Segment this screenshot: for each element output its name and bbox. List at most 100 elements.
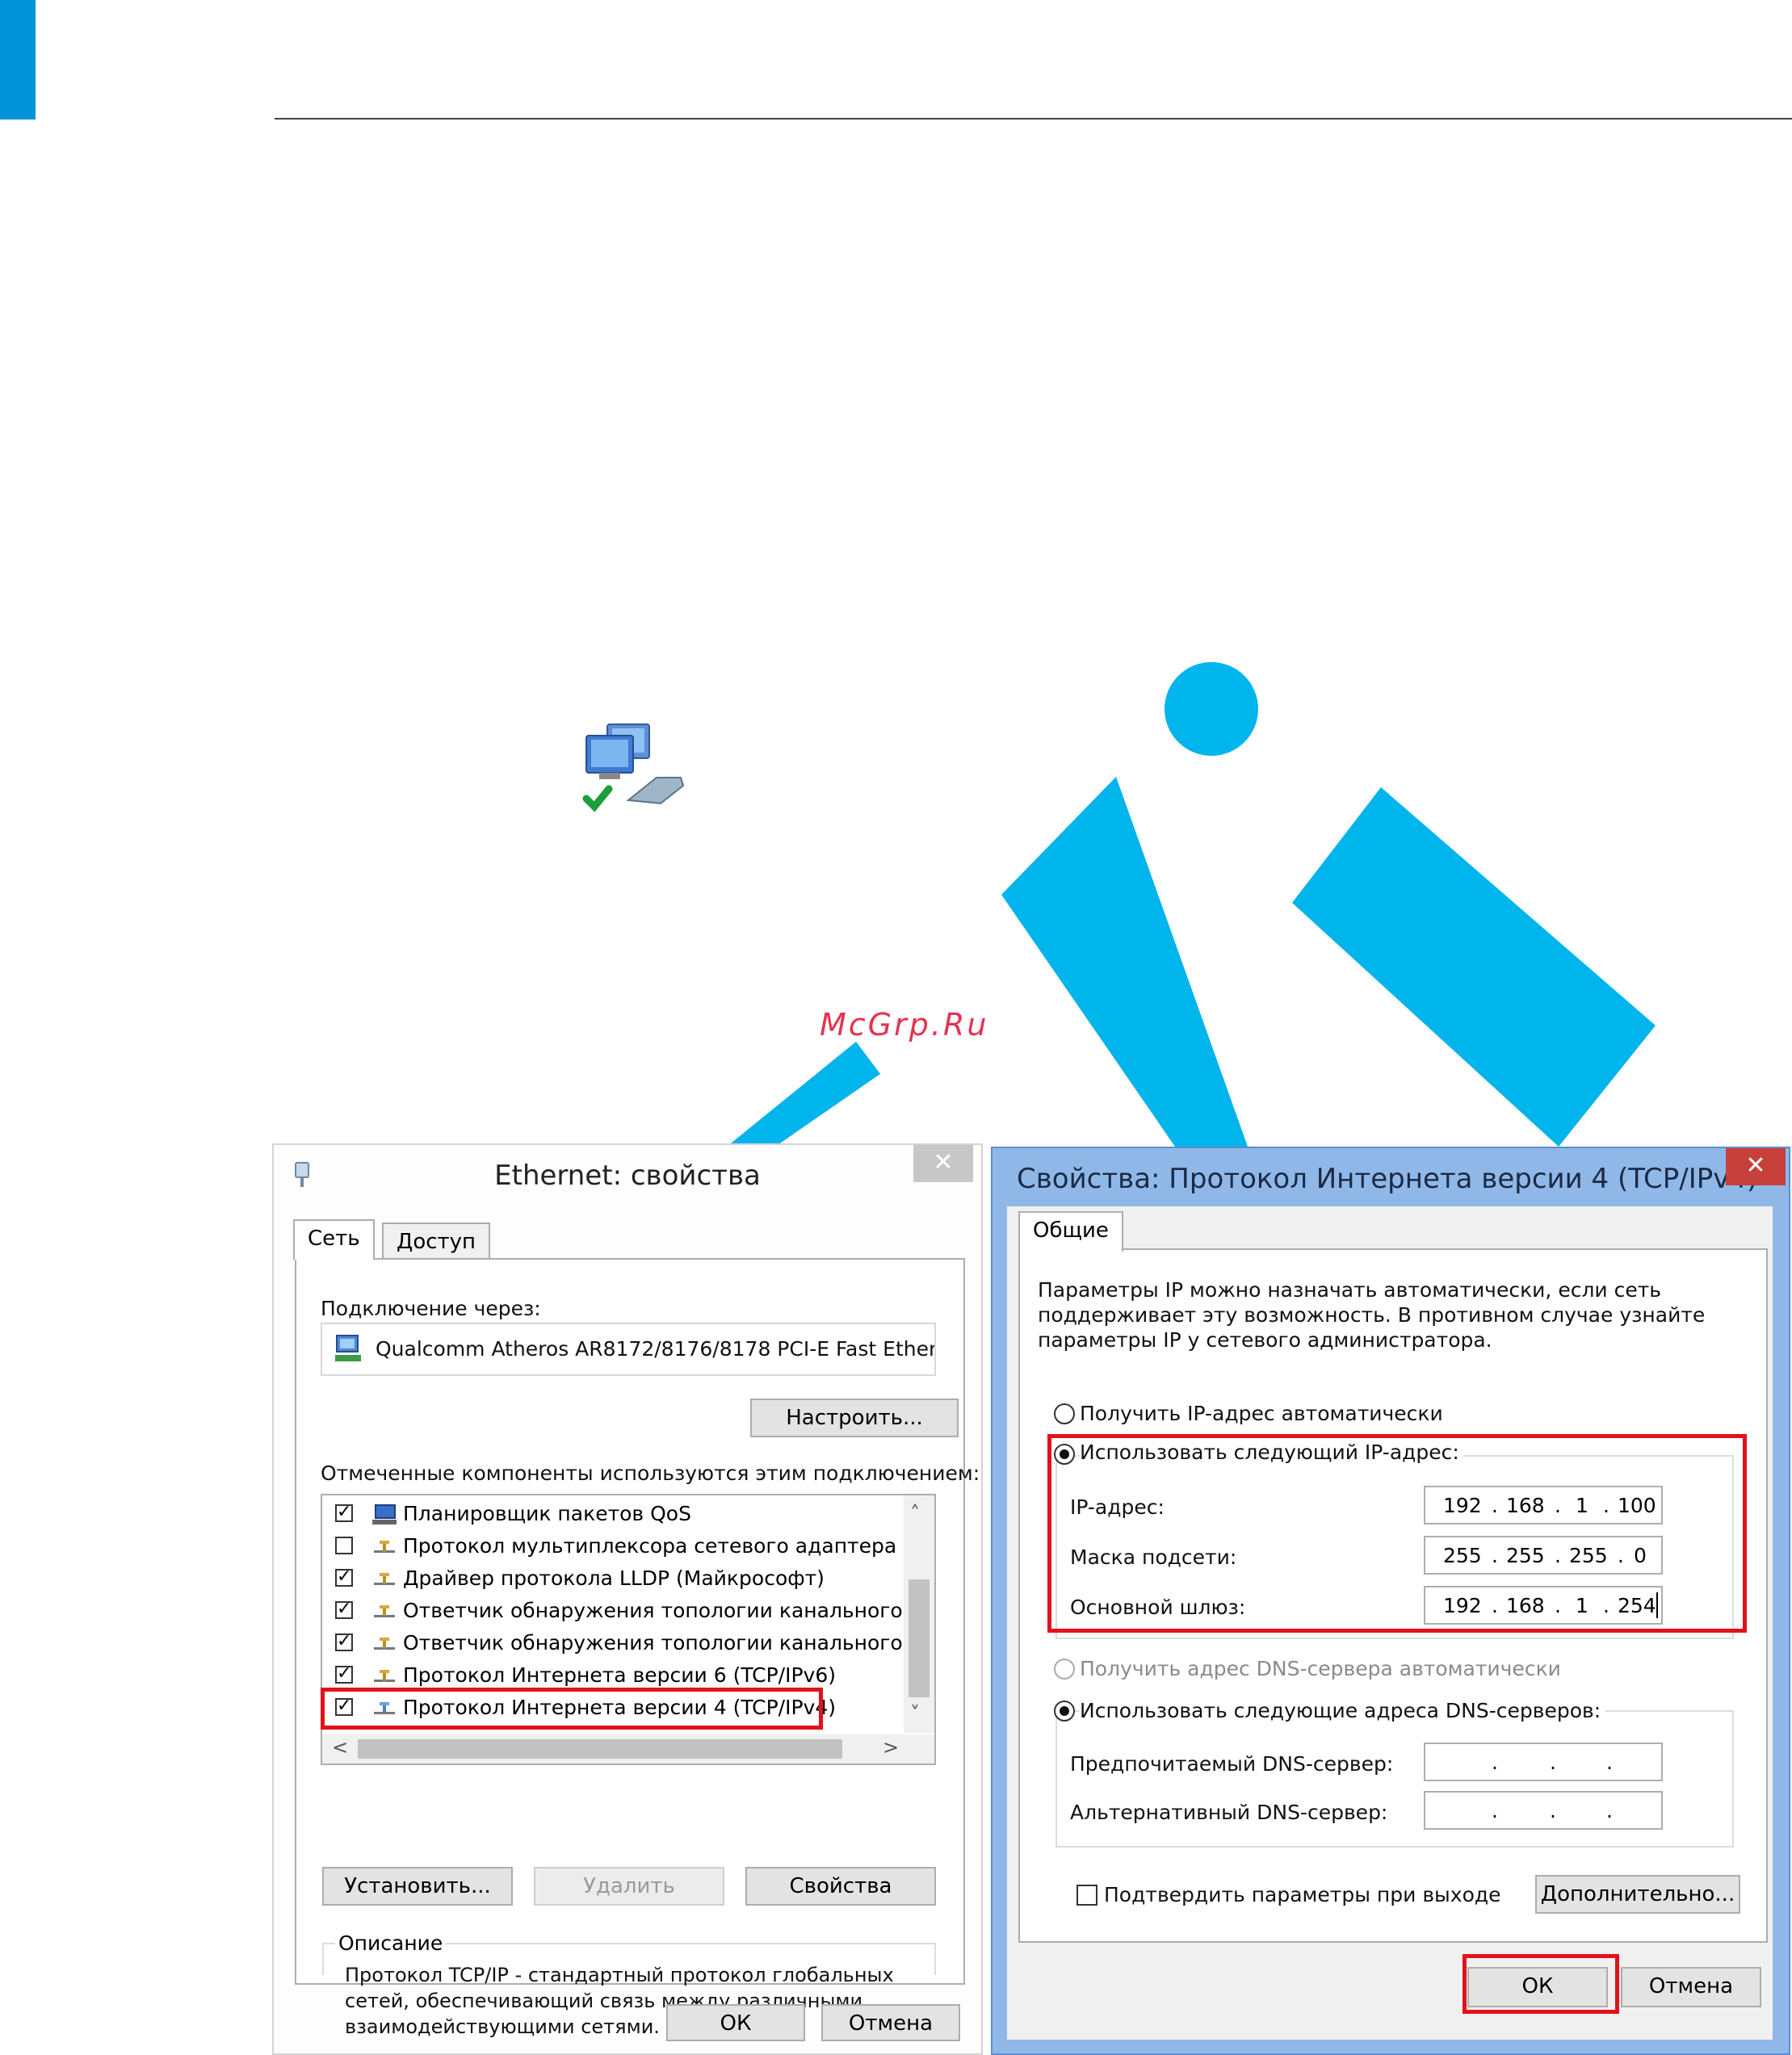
vertical-scrollbar[interactable]: ˄ ˅	[904, 1495, 934, 1733]
intro-text: Параметры IP можно назначать автоматичес…	[1038, 1277, 1705, 1353]
octet: 168	[1506, 1494, 1545, 1517]
octet-dot: .	[1550, 1799, 1556, 1822]
connect-via-label: Подключение через:	[321, 1297, 541, 1320]
checkmark: ✓	[337, 1599, 352, 1619]
octet: 192	[1443, 1594, 1482, 1617]
list-item[interactable]: ✓ Планировщик пакетов QoS	[322, 1499, 888, 1531]
component-label: Драйвер протокола LLDP (Майкрософт)	[403, 1566, 825, 1590]
preferred-dns-input[interactable]: . . .	[1424, 1743, 1663, 1781]
component-checkbox[interactable]: ✓	[335, 1566, 353, 1587]
tab-network[interactable]: Сеть	[293, 1219, 375, 1260]
checkmark: ✓	[337, 1566, 352, 1587]
component-checkbox[interactable]	[335, 1537, 353, 1554]
protocol-icon	[374, 1702, 395, 1714]
octet: 255	[1443, 1544, 1482, 1567]
manual-ip-label: Использовать следующий IP-адрес:	[1080, 1441, 1464, 1464]
octet-dot: .	[1606, 1799, 1613, 1822]
subnet-mask-input[interactable]: 255 . 255 . 255 . 0	[1424, 1536, 1663, 1575]
horizontal-scrollbar[interactable]: < >	[322, 1734, 934, 1764]
components-list[interactable]: ✓ Планировщик пакетов QoS Протокол мульт…	[321, 1494, 936, 1765]
list-item[interactable]: ✓ Протокол Интернета версии 6 (TCP/IPv6)	[322, 1660, 888, 1692]
component-label: Ответчик обнаружения топологии канальног…	[403, 1631, 936, 1654]
octet: 168	[1506, 1594, 1545, 1617]
ok-button[interactable]: ОК	[1467, 1967, 1608, 2007]
scroll-right-icon[interactable]: >	[883, 1736, 899, 1759]
manual-dns-label: Использовать следующие адреса DNS-сервер…	[1080, 1699, 1606, 1722]
protocol-icon	[374, 1670, 395, 1682]
auto-ip-radio[interactable]	[1054, 1403, 1075, 1424]
close-button[interactable]: ✕	[1726, 1148, 1786, 1185]
list-item[interactable]: ✓ Ответчик обнаружения топологии канальн…	[322, 1596, 934, 1628]
text-cursor	[1656, 1592, 1658, 1618]
validate-checkbox[interactable]	[1076, 1885, 1097, 1906]
advanced-button[interactable]: Дополнительно...	[1535, 1875, 1740, 1914]
gateway-input[interactable]: 192 . 168 . 1 . 254	[1424, 1586, 1663, 1625]
ethernet-properties-dialog: Ethernet: свойства ✕ Сеть Доступ Подключ…	[272, 1143, 983, 2055]
ok-button[interactable]: ОК	[666, 2004, 805, 2041]
octet: 192	[1443, 1494, 1482, 1517]
adapter-name: Qualcomm Atheros AR8172/8176/8178 PCI-E …	[376, 1337, 936, 1361]
protocol-icon	[374, 1605, 395, 1617]
octet-dot: .	[1492, 1594, 1498, 1617]
dialog-body: Общие Параметры IP можно назначать автом…	[1007, 1206, 1773, 2040]
dialog-title: Ethernet: свойства	[494, 1160, 761, 1192]
tab-sharing[interactable]: Доступ	[382, 1223, 491, 1260]
validate-label: Подтвердить параметры при выходе	[1104, 1883, 1501, 1906]
list-item[interactable]: ✓ Протокол Интернета версии 4 (TCP/IPv4)	[322, 1692, 888, 1725]
octet: 1	[1576, 1594, 1588, 1617]
octet-dot: .	[1555, 1544, 1561, 1567]
preferred-dns-label: Предпочитаемый DNS-сервер:	[1070, 1752, 1394, 1776]
ip-address-input[interactable]: 192 . 168 . 1 . 100	[1424, 1486, 1663, 1524]
octet: 255	[1506, 1544, 1545, 1567]
octet-dot: .	[1555, 1494, 1561, 1517]
auto-ip-label: Получить IP-адрес автоматически	[1080, 1402, 1443, 1425]
component-checkbox[interactable]: ✓	[335, 1696, 353, 1716]
properties-button[interactable]: Свойства	[745, 1867, 936, 1906]
install-button[interactable]: Установить...	[322, 1867, 513, 1906]
octet: 1	[1576, 1494, 1588, 1517]
scroll-thumb[interactable]	[909, 1579, 930, 1697]
intro-line: поддерживает эту возможность. В противно…	[1038, 1303, 1706, 1327]
protocol-icon	[374, 1573, 395, 1585]
component-checkbox[interactable]: ✓	[335, 1633, 353, 1651]
description-legend: Описание	[335, 1931, 447, 1955]
octet-dot: .	[1603, 1494, 1609, 1517]
component-checkbox[interactable]: ✓	[335, 1599, 353, 1619]
title-bar: Свойства: Протокол Интернета версии 4 (T…	[993, 1148, 1789, 1206]
list-item[interactable]: Протокол мультиплексора сетевого адаптер…	[322, 1531, 934, 1563]
scroll-thumb[interactable]	[358, 1739, 842, 1759]
checkmark: ✓	[337, 1663, 352, 1684]
alternate-dns-input[interactable]: . . .	[1424, 1791, 1663, 1830]
intro-line: Параметры IP можно назначать автоматичес…	[1038, 1278, 1662, 1302]
list-item[interactable]: ✓ Ответчик обнаружения топологии канальн…	[322, 1628, 934, 1660]
octet: 0	[1634, 1544, 1647, 1567]
component-checkbox[interactable]: ✓	[335, 1663, 353, 1684]
network-connection-icon	[582, 723, 685, 812]
octet-dot: .	[1606, 1751, 1613, 1774]
octet-dot: .	[1492, 1494, 1498, 1517]
scroll-up-icon[interactable]: ˄	[910, 1502, 920, 1524]
configure-button[interactable]: Настроить...	[750, 1399, 959, 1437]
scroll-down-icon[interactable]: ˅	[910, 1702, 920, 1725]
scroll-left-icon[interactable]: <	[332, 1736, 348, 1759]
ipv4-properties-dialog: Свойства: Протокол Интернета версии 4 (T…	[991, 1147, 1790, 2055]
list-item[interactable]: ✓ Драйвер протокола LLDP (Майкрософт)	[322, 1563, 888, 1596]
octet-dot: .	[1492, 1799, 1498, 1822]
octet-dot: .	[1550, 1751, 1556, 1774]
component-label: Протокол Интернета версии 6 (TCP/IPv6)	[403, 1663, 836, 1687]
manual-dns-radio[interactable]	[1054, 1701, 1075, 1722]
remove-button: Удалить	[534, 1867, 724, 1906]
octet-dot: .	[1603, 1594, 1609, 1617]
cancel-button[interactable]: Отмена	[1621, 1967, 1761, 2007]
protocol-icon	[374, 1638, 395, 1650]
cancel-button[interactable]: Отмена	[821, 2004, 960, 2041]
octet-dot: .	[1492, 1544, 1498, 1567]
close-button[interactable]: ✕	[913, 1145, 973, 1182]
tab-general[interactable]: Общие	[1018, 1211, 1123, 1252]
manual-ip-radio[interactable]	[1054, 1444, 1075, 1465]
checkmark: ✓	[337, 1696, 352, 1716]
component-label: Протокол Интернета версии 4 (TCP/IPv4)	[403, 1696, 836, 1719]
components-label: Отмеченные компоненты используются этим …	[321, 1462, 980, 1485]
dialog-title: Свойства: Протокол Интернета версии 4 (T…	[1017, 1163, 1758, 1195]
component-checkbox[interactable]: ✓	[335, 1504, 353, 1522]
